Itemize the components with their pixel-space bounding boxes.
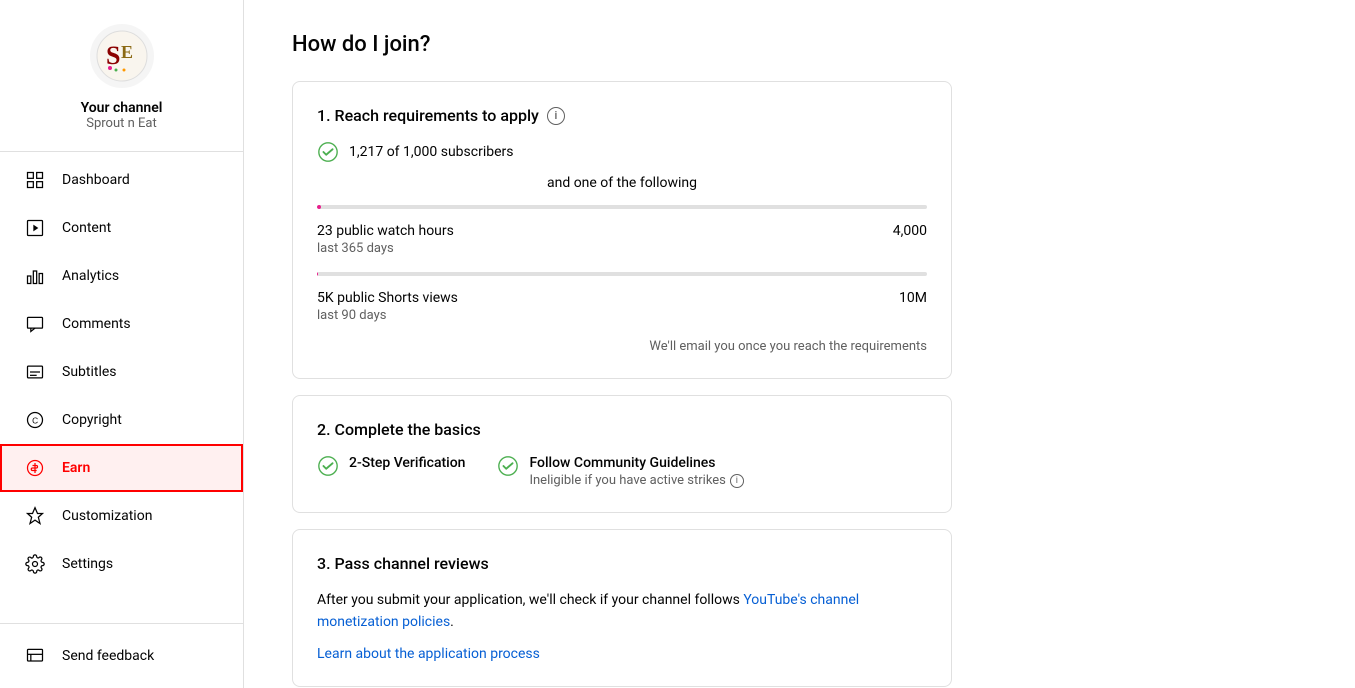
subscribers-check-row: 1,217 of 1,000 subscribers xyxy=(317,141,927,163)
customization-label: Customization xyxy=(62,508,152,524)
shorts-section: 5K public Shorts views 10M last 90 days xyxy=(317,272,927,323)
comments-label: Comments xyxy=(62,316,131,332)
settings-label: Settings xyxy=(62,556,113,572)
sidebar-divider-top xyxy=(0,151,243,152)
sidebar-nav: Dashboard Content Analytics Comments xyxy=(0,156,243,623)
step3-card: 3. Pass channel reviews After you submit… xyxy=(292,529,952,687)
analytics-icon xyxy=(24,265,46,287)
step2-item2-label: Follow Community Guidelines xyxy=(529,455,743,471)
earn-icon xyxy=(24,457,46,479)
sidebar-bottom: Send feedback xyxy=(0,623,243,688)
channel-label: Your channel xyxy=(0,100,243,116)
comments-icon xyxy=(24,313,46,335)
shorts-sub: last 90 days xyxy=(317,308,927,323)
subtitles-icon xyxy=(24,361,46,383)
subscribers-check-icon xyxy=(317,141,339,163)
step3-description: After you submit your application, we'll… xyxy=(317,589,927,634)
subtitles-label: Subtitles xyxy=(62,364,117,380)
copyright-icon: C xyxy=(24,409,46,431)
step3-title: 3. Pass channel reviews xyxy=(317,554,927,573)
sidebar-item-dashboard[interactable]: Dashboard xyxy=(0,156,243,204)
page-title: How do I join? xyxy=(292,32,1307,57)
watch-hours-row: 23 public watch hours 4,000 xyxy=(317,223,927,239)
content-icon xyxy=(24,217,46,239)
step2-item1: 2-Step Verification xyxy=(317,455,465,477)
shorts-row: 5K public Shorts views 10M xyxy=(317,290,927,306)
watch-hours-target: 4,000 xyxy=(893,223,927,239)
svg-text:S: S xyxy=(106,41,120,70)
sidebar-item-send-feedback[interactable]: Send feedback xyxy=(0,632,243,680)
channel-info: Your channel Sprout n Eat xyxy=(0,100,243,147)
step2-info-icon[interactable]: i xyxy=(730,474,744,488)
step2-grid: 2-Step Verification Follow Community Gui… xyxy=(317,455,927,488)
sidebar-item-copyright[interactable]: C Copyright xyxy=(0,396,243,444)
shorts-target: 10M xyxy=(899,290,927,306)
watch-hours-label: 23 public watch hours xyxy=(317,223,454,239)
channel-avatar: S E xyxy=(90,24,154,88)
watch-hours-progress-bar xyxy=(317,205,927,209)
channel-logo-area: S E xyxy=(0,0,243,100)
sidebar-item-settings[interactable]: Settings xyxy=(0,540,243,588)
analytics-label: Analytics xyxy=(62,268,119,284)
step2-check2-icon xyxy=(497,455,519,477)
step2-item2: Follow Community Guidelines Ineligible i… xyxy=(497,455,743,488)
dashboard-label: Dashboard xyxy=(62,172,130,188)
step2-item2-sub: Ineligible if you have active strikes i xyxy=(529,473,743,488)
svg-text:C: C xyxy=(32,415,38,425)
email-notice: We'll email you once you reach the requi… xyxy=(317,339,927,354)
watch-hours-fill xyxy=(317,205,321,209)
shorts-progress-bar xyxy=(317,272,927,276)
subscribers-check-label: 1,217 of 1,000 subscribers xyxy=(349,144,514,160)
learn-application-link[interactable]: Learn about the application process xyxy=(317,646,927,662)
customization-icon xyxy=(24,505,46,527)
copyright-label: Copyright xyxy=(62,412,122,428)
step2-item1-text: 2-Step Verification xyxy=(349,455,465,471)
step1-title: 1. Reach requirements to apply i xyxy=(317,106,927,125)
main-content: How do I join? 1. Reach requirements to … xyxy=(244,0,1355,688)
logo-image: S E xyxy=(96,30,148,82)
shorts-label: 5K public Shorts views xyxy=(317,290,458,306)
dashboard-icon xyxy=(24,169,46,191)
sidebar-item-subtitles[interactable]: Subtitles xyxy=(0,348,243,396)
step2-card: 2. Complete the basics 2-Step Verificati… xyxy=(292,395,952,513)
step2-item1-label: 2-Step Verification xyxy=(349,455,465,471)
content-label: Content xyxy=(62,220,111,236)
step1-card: 1. Reach requirements to apply i 1,217 o… xyxy=(292,81,952,379)
step2-title: 2. Complete the basics xyxy=(317,420,927,439)
step2-item2-text: Follow Community Guidelines Ineligible i… xyxy=(529,455,743,488)
sidebar: S E Your channel Sprout n Eat Dashboard xyxy=(0,0,244,688)
watch-hours-section: 23 public watch hours 4,000 last 365 day… xyxy=(317,205,927,256)
step2-check1-icon xyxy=(317,455,339,477)
sidebar-item-comments[interactable]: Comments xyxy=(0,300,243,348)
svg-text:E: E xyxy=(121,42,133,62)
step1-info-icon[interactable]: i xyxy=(547,107,565,125)
and-label: and one of the following xyxy=(317,175,927,191)
send-feedback-label: Send feedback xyxy=(62,648,154,664)
sidebar-item-customization[interactable]: Customization xyxy=(0,492,243,540)
earn-label: Earn xyxy=(62,460,90,476)
sidebar-item-analytics[interactable]: Analytics xyxy=(0,252,243,300)
channel-name: Sprout n Eat xyxy=(0,116,243,131)
settings-icon xyxy=(24,553,46,575)
watch-hours-sub: last 365 days xyxy=(317,241,927,256)
sidebar-item-earn[interactable]: Earn xyxy=(0,444,243,492)
feedback-icon xyxy=(24,645,46,667)
sidebar-item-content[interactable]: Content xyxy=(0,204,243,252)
